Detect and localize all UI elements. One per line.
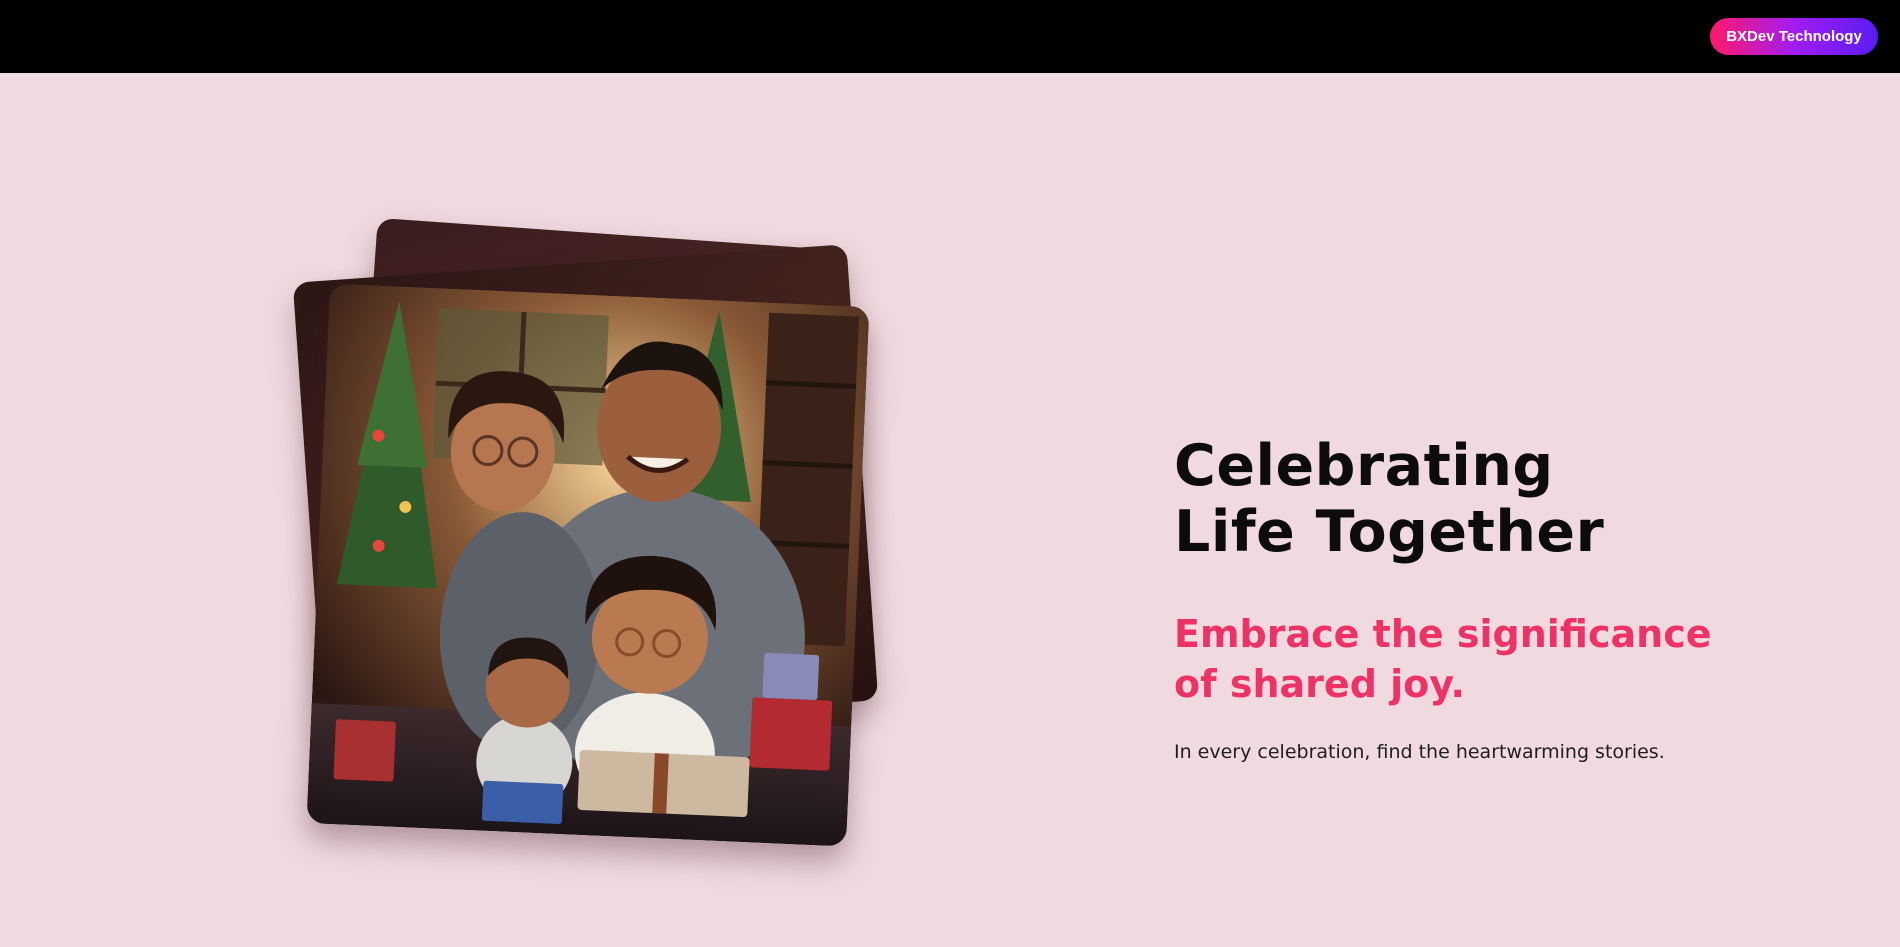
- top-navbar: BXDev Technology: [0, 0, 1900, 73]
- hero-copy: Celebrating Life Together Embrace the si…: [1174, 433, 1734, 765]
- brand-button[interactable]: BXDev Technology: [1710, 18, 1878, 55]
- hero-headline: Celebrating Life Together: [1174, 433, 1734, 565]
- hero-section: Celebrating Life Together Embrace the si…: [0, 73, 1900, 947]
- hero-subhead: Embrace the significance of shared joy.: [1174, 609, 1734, 709]
- subhead-line-2: of shared joy.: [1174, 662, 1465, 706]
- family-illustration: [306, 283, 870, 847]
- subhead-line-1: Embrace the significance: [1174, 612, 1712, 656]
- hero-body: In every celebration, find the heartwarm…: [1174, 741, 1665, 763]
- headline-line-1: Celebrating: [1174, 433, 1554, 499]
- headline-line-2: Life Together: [1174, 499, 1605, 565]
